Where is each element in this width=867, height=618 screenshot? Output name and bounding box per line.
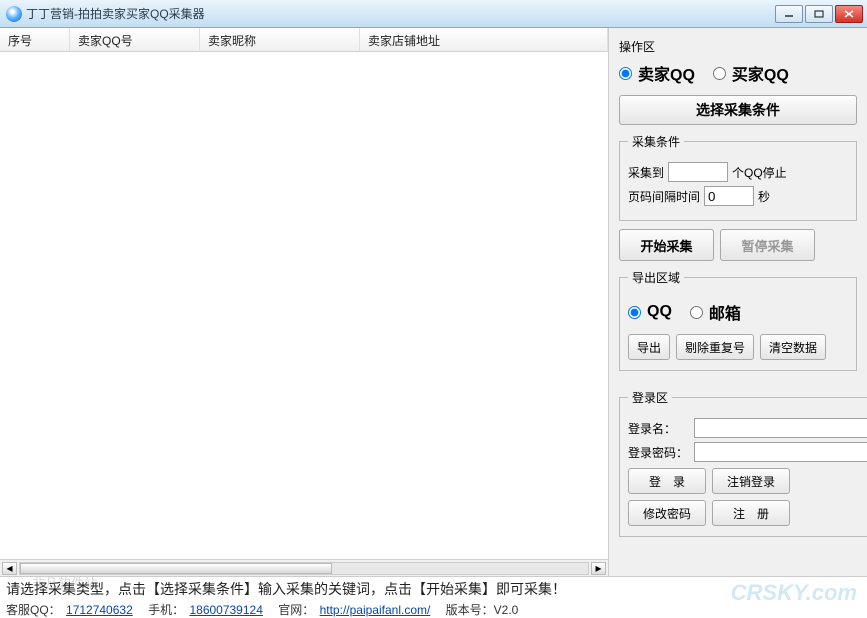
col-index[interactable]: 序号 [0,28,70,51]
login-pwd-label: 登录密码： [628,444,688,461]
export-button[interactable]: 导出 [628,334,670,360]
login-area-fieldset: 登录区 登录名： 登录密码： 登 录 注销登录 修改密码 注 册 [619,389,867,537]
export-mail-radio[interactable]: 邮箱 [690,300,741,324]
qq-stop-suffix: 个QQ停止 [732,164,787,181]
side-panel: 操作区 卖家QQ 买家QQ 选择采集条件 采集条件 采集到 个QQ停止 页码间隔… [609,28,867,576]
close-button[interactable] [835,5,863,23]
interval-label: 页码间隔时间 [628,188,700,205]
bottom-bar: 请选择采集类型，点击【选择采集条件】输入采集的关键词，点击【开始采集】即可采集！… [0,576,867,618]
footer-row: 客服QQ： 1712740632 手机： 18600739124 官网： htt… [6,601,861,618]
horizontal-scrollbar[interactable]: ◂ ▸ [0,559,608,576]
export-qq-label: QQ [647,303,672,321]
results-table-pane: 序号 卖家QQ号 卖家昵称 卖家店铺地址 ◂ ▸ [0,28,609,576]
window-title: 丁丁营销-拍拍卖家买家QQ采集器 [26,5,205,22]
register-button[interactable]: 注 册 [712,500,790,526]
logout-button[interactable]: 注销登录 [712,468,790,494]
version-label: 版本号：V2.0 [446,603,519,617]
scroll-left-button[interactable]: ◂ [2,562,17,575]
interval-input[interactable] [704,186,754,206]
buyer-qq-radio[interactable]: 买家QQ [713,61,789,85]
buyer-qq-radio-input[interactable] [713,67,726,80]
collect-condition-legend: 采集条件 [628,133,684,150]
site-link[interactable]: http://paipaifanl.com/ [320,603,431,617]
clear-data-button[interactable]: 清空数据 [760,334,826,360]
scroll-right-button[interactable]: ▸ [591,562,606,575]
seller-qq-radio[interactable]: 卖家QQ [619,61,695,85]
app-icon [6,6,22,22]
collect-condition-fieldset: 采集条件 采集到 个QQ停止 页码间隔时间 秒 [619,133,857,221]
site-label: 官网： [278,603,314,617]
service-qq-link[interactable]: 1712740632 [66,603,133,617]
scroll-track[interactable] [19,562,589,575]
table-header: 序号 卖家QQ号 卖家昵称 卖家店铺地址 [0,28,608,52]
minimize-button[interactable] [775,5,803,23]
export-qq-radio-input[interactable] [628,306,641,319]
col-qq[interactable]: 卖家QQ号 [70,28,200,51]
col-nick[interactable]: 卖家昵称 [200,28,360,51]
title-bar: 丁丁营销-拍拍卖家买家QQ采集器 [0,0,867,28]
start-collect-button[interactable]: 开始采集 [619,229,714,261]
export-qq-radio[interactable]: QQ [628,303,672,321]
seller-qq-label: 卖家QQ [638,61,695,85]
buyer-qq-label: 买家QQ [732,61,789,85]
interval-suffix: 秒 [758,188,770,205]
collect-to-input[interactable] [668,162,728,182]
export-area-fieldset: 导出区域 QQ 邮箱 导出 剔除重复号 清空数据 [619,269,857,371]
login-button[interactable]: 登 录 [628,468,706,494]
service-qq-label: 客服QQ： [6,603,61,617]
login-name-input[interactable] [694,418,867,438]
phone-link[interactable]: 18600739124 [189,603,262,617]
col-shop[interactable]: 卖家店铺地址 [360,28,608,51]
login-pwd-input[interactable] [694,442,867,462]
export-area-legend: 导出区域 [628,269,684,286]
login-area-legend: 登录区 [628,389,672,406]
scroll-thumb[interactable] [20,563,332,574]
login-name-label: 登录名： [628,420,688,437]
dedupe-button[interactable]: 剔除重复号 [676,334,754,360]
table-body[interactable] [0,52,608,559]
pause-collect-button[interactable]: 暂停采集 [720,229,815,261]
export-mail-radio-input[interactable] [690,306,703,319]
maximize-button[interactable] [805,5,833,23]
export-mail-label: 邮箱 [709,300,741,324]
operate-area-title: 操作区 [619,38,857,55]
collect-to-label: 采集到 [628,164,664,181]
select-condition-button[interactable]: 选择采集条件 [619,95,857,125]
seller-qq-radio-input[interactable] [619,67,632,80]
phone-label: 手机： [148,603,184,617]
instruction-text: 请选择采集类型，点击【选择采集条件】输入采集的关键词，点击【开始采集】即可采集！ [6,579,861,599]
change-password-button[interactable]: 修改密码 [628,500,706,526]
